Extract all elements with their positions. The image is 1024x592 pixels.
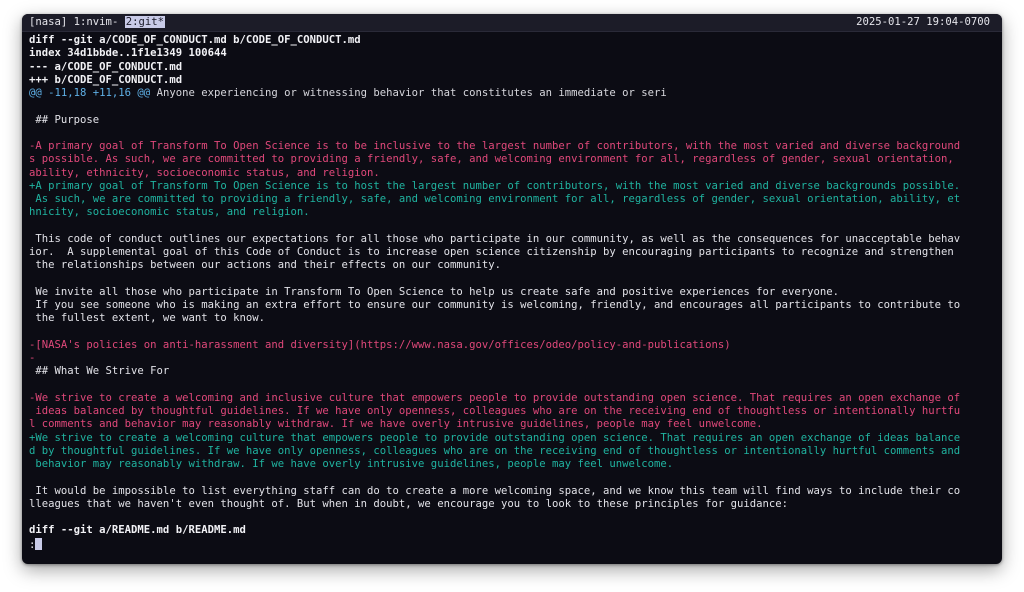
diff-context-line [29,511,996,524]
diff-added-line: behavior may reasonably withdraw. If we … [29,458,674,470]
diff-meta-line: diff --git a/README.md b/README.md [29,524,246,537]
diff-context-line [29,273,996,286]
diff-context-line [29,471,996,484]
diff-removed-line: s possible. As such, we are committed to… [29,153,954,166]
diff-context-line: lleagues that we haven't even thought of… [29,497,788,510]
diff-added-line: +We strive to create a welcoming culture… [29,431,961,444]
diff-context-line: If you see someone who is making an extr… [29,299,961,311]
diff-context-line: ## Purpose [29,113,100,126]
diff-meta-line: index 34d1bbde..1f1e1349 100644 [29,47,227,60]
diff-hunk-header: @@ -11,18 +11,16 @@ Anyone experiencing … [29,87,996,100]
git-diff-pager[interactable]: diff --git a/CODE_OF_CONDUCT.md b/CODE_O… [29,34,996,551]
hunk-context: Anyone experiencing or witnessing behavi… [150,87,667,99]
diff-added-line: As such, we are committed to providing a… [29,193,961,205]
diff-removed-line: ideas balanced by thoughtful guidelines.… [29,405,961,417]
text-cursor [35,537,42,550]
diff-context-line: the relationships between our actions an… [29,259,501,272]
diff-removed-line: ability, ethnicity, socioeconomic status… [29,166,380,179]
diff-context-line: ior. A supplemental goal of this Code of… [29,246,954,258]
terminal-window[interactable]: [nasa] 1:nvim- 2:git* 2025-01-27 19:04-0… [22,14,1002,564]
diff-removed-line: -We strive to create a welcoming and inc… [29,391,961,404]
tmux-status-bar: [nasa] 1:nvim- 2:git* 2025-01-27 19:04-0… [22,14,1002,32]
diff-context-line: This code of conduct outlines our expect… [29,232,961,245]
diff-context-line [29,379,996,392]
diff-context-line [29,220,996,233]
tmux-datetime: 2025-01-27 19:04-0700 [856,16,990,28]
diff-meta-line: diff --git a/CODE_OF_CONDUCT.md b/CODE_O… [29,34,361,46]
diff-context-line: ## What We Strive For [29,365,170,378]
diff-meta-line: --- a/CODE_OF_CONDUCT.md [29,60,183,73]
diff-removed-line: -[NASA's policies on anti-harassment and… [29,338,731,351]
tmux-window-nvim[interactable]: 1:nvim- [74,16,119,28]
diff-removed-line: - [29,352,36,364]
diff-context-line [29,127,996,140]
diff-context-line [29,326,996,339]
diff-removed-line: l comments and behavior may reasonably w… [29,418,763,431]
diff-added-line: hnicity, socioeconomic status, and relig… [29,206,310,219]
diff-removed-line: -A primary goal of Transform To Open Sci… [29,140,961,152]
diff-context-line: We invite all those who participate in T… [29,285,840,298]
hunk-range: @@ -11,18 +11,16 @@ [29,87,151,99]
diff-meta-line: +++ b/CODE_OF_CONDUCT.md [29,73,183,86]
diff-context-line: the fullest extent, we want to know. [29,312,265,325]
tmux-window-list: [nasa] 1:nvim- 2:git* [29,16,165,29]
tmux-window-git[interactable]: 2:git* [124,16,165,28]
diff-added-line: +A primary goal of Transform To Open Sci… [29,179,961,192]
diff-context-line [29,100,996,113]
pager-prompt-line[interactable]: : [29,537,996,551]
diff-context-line: It would be impossible to list everythin… [29,484,961,497]
tmux-session-name: [nasa] [29,16,68,28]
diff-added-line: d by thoughtful guidelines. If we have o… [29,444,961,457]
